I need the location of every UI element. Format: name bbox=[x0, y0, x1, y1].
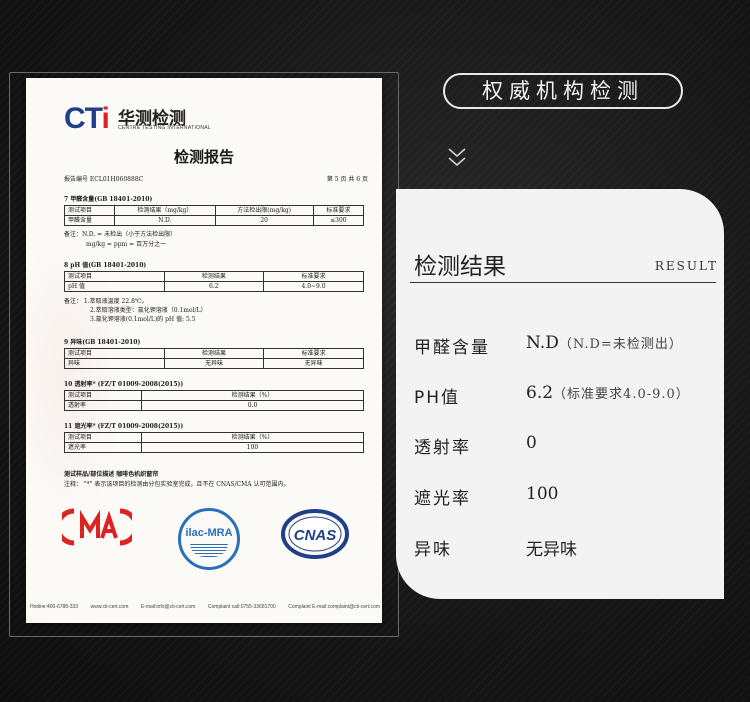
cma-seal-icon bbox=[62, 508, 132, 546]
result-label: 甲醛含量 bbox=[414, 338, 490, 358]
table-cell: 100 bbox=[141, 442, 364, 453]
table-header-row: 测试项目 检测结果（mg/kg） 方法检出限(mg/kg) 标准要求 bbox=[63, 205, 365, 216]
ilac-mra-seal-icon: ilac-MRA bbox=[178, 508, 240, 570]
table-cell: 测试项目 bbox=[64, 271, 165, 282]
document-footer: Hotline:400-6788-333 www.cti-cert.com E-… bbox=[30, 604, 380, 610]
table-cell: pH 值 bbox=[64, 281, 165, 292]
table-cell: 遮光率 bbox=[64, 442, 142, 453]
odor-table: 测试项目 检测结果 标准要求 异味 无异味 无异味 bbox=[64, 348, 364, 369]
result-label: 透射率 bbox=[414, 438, 471, 458]
table-cell: 无异味 bbox=[263, 358, 364, 369]
value-note: （标准要求4.0-9.0） bbox=[553, 387, 690, 402]
result-value: 6.2（标准要求4.0-9.0） bbox=[526, 383, 690, 403]
table-header-row: 测试项目 检测结果 标准要求 bbox=[64, 271, 364, 282]
table-cell: N.D. bbox=[114, 215, 216, 226]
table-cell: 检测结果 bbox=[163, 271, 265, 282]
result-value: 0 bbox=[526, 433, 537, 453]
section-7-note-1: 备注：N.D. = 未检出（小于方法检出限） bbox=[64, 231, 177, 238]
table-cell: 检测结果（%） bbox=[141, 390, 364, 401]
table-cell: 标准要求 bbox=[312, 205, 365, 216]
report-title: 检测报告 bbox=[173, 148, 234, 166]
report-number: 报告编号 ECL01H060888C bbox=[64, 176, 144, 183]
table-row: 异味 无异味 无异味 bbox=[64, 358, 364, 369]
table-cell: 无异味 bbox=[163, 358, 265, 369]
result-title: 检测结果 bbox=[414, 254, 506, 280]
result-panel: 检测结果 RESULT 甲醛含量 N.D（N.D=未检测出） PH值 6.2（标… bbox=[396, 189, 724, 599]
value-text: 无异味 bbox=[526, 540, 577, 560]
table-header-row: 测试项目 检测结果（%） bbox=[64, 432, 364, 443]
table-cell: 甲醛含量 bbox=[63, 215, 116, 226]
ph-table: 测试项目 检测结果 标准要求 pH 值 6.2 4.0~9.0 bbox=[64, 271, 364, 292]
logo-en-text: CENTRE TESTING INTERNATIONAL bbox=[118, 125, 211, 131]
ilac-waves bbox=[190, 543, 228, 557]
table-cell: 透射率 bbox=[64, 400, 142, 411]
table-cell: 6.2 bbox=[163, 281, 265, 292]
sample-description: 测试样品/部位描述 咖啡色机织窗帘 bbox=[64, 471, 159, 478]
value-text: 6.2 bbox=[526, 383, 554, 403]
section-8-note-3: 3.氯化钾溶液(0.1mol/L)的 pH 值: 5.5 bbox=[90, 316, 196, 323]
section-9-heading: 9 异味(GB 18401-2010) bbox=[64, 339, 141, 346]
footer-website: www.cti-cert.com bbox=[90, 604, 129, 610]
shading-rate-table: 测试项目 检测结果（%） 遮光率 100 bbox=[64, 432, 364, 453]
value-note: （N.D=未检测出） bbox=[558, 337, 683, 352]
table-cell: 标准要求 bbox=[263, 348, 364, 359]
page-number: 第 5 页 共 6 页 bbox=[326, 176, 368, 183]
table-cell: 测试项目 bbox=[64, 432, 142, 443]
footer-hotline: Hotline:400-6788-333 bbox=[30, 604, 79, 610]
value-text: 100 bbox=[526, 484, 559, 504]
ilac-label: ilac-MRA bbox=[185, 527, 233, 539]
table-cell: 异味 bbox=[64, 358, 165, 369]
transmittance-table: 测试项目 检测结果（%） 透射率 0.0 bbox=[64, 390, 364, 411]
value-text: N.D bbox=[526, 333, 559, 353]
subcontract-remark: 注释： "*" 表示该项目的检测由分包实验室完成，且不在 CNAS/CMA 认可… bbox=[64, 481, 290, 488]
result-value: N.D（N.D=未检测出） bbox=[526, 333, 683, 353]
table-cell: 方法检出限(mg/kg) bbox=[214, 205, 314, 216]
result-value: 无异味 bbox=[526, 535, 577, 560]
cti-logo: CTi bbox=[64, 102, 110, 135]
svg-text:CNAS: CNAS bbox=[294, 527, 337, 544]
table-cell: 检测结果（%） bbox=[141, 432, 364, 443]
table-row: pH 值 6.2 4.0~9.0 bbox=[64, 281, 364, 292]
section-8-heading: 8 pH 值(GB 18401-2010) bbox=[64, 262, 147, 269]
footer-complaint-email: Complaint E-mail:complaint@cti-cert.com bbox=[288, 604, 380, 610]
test-report-document: CTi 华测检测 CENTRE TESTING INTERNATIONAL 检测… bbox=[26, 78, 382, 623]
section-10-heading: 10 透射率* (FZ/T 01009-2008(2015)) bbox=[64, 381, 184, 388]
table-cell: 测试项目 bbox=[64, 390, 142, 401]
result-label: 遮光率 bbox=[414, 489, 471, 509]
footer-complaint-call: Complaint call:0755-33681700 bbox=[207, 604, 276, 610]
table-cell: 4.0~9.0 bbox=[263, 281, 364, 292]
section-7-heading: 7 甲醛含量(GB 18401-2010) bbox=[64, 196, 153, 203]
section-heading: 权威机构检测 bbox=[443, 73, 683, 109]
section-11-heading: 11 遮光率* (FZ/T 01009-2008(2015)) bbox=[64, 423, 184, 430]
result-value: 100 bbox=[526, 484, 558, 504]
table-row: 透射率 0.0 bbox=[64, 400, 364, 411]
table-cell: 测试项目 bbox=[63, 205, 116, 216]
cnas-seal-icon: CNAS bbox=[281, 509, 349, 559]
section-7-note-2: mg/kg = ppm = 百万分之一 bbox=[86, 241, 167, 248]
divider bbox=[410, 282, 716, 283]
value-text: 0 bbox=[526, 433, 537, 453]
table-cell: 0.0 bbox=[141, 400, 364, 411]
table-cell: 检测结果 bbox=[163, 348, 265, 359]
result-tag: RESULT bbox=[654, 259, 718, 273]
result-label: PH值 bbox=[414, 388, 461, 408]
table-header-row: 测试项目 检测结果（%） bbox=[64, 390, 364, 401]
result-label: 异味 bbox=[414, 540, 452, 560]
chevron-down-icon bbox=[448, 148, 466, 167]
section-8-note-2: 2.萃取溶液类型：氯化钾溶液（0.1mol/L） bbox=[90, 307, 207, 314]
table-cell: ≤300 bbox=[312, 215, 365, 226]
table-cell: 检测结果（mg/kg） bbox=[114, 205, 216, 216]
section-8-note-1: 备注： 1.萃取液温度 22.8℃。 bbox=[64, 298, 148, 305]
table-row: 遮光率 100 bbox=[64, 442, 364, 453]
footer-email: E-mail:info@cti-cert.com bbox=[140, 604, 196, 610]
table-cell: 20 bbox=[214, 215, 314, 226]
table-row: 甲醛含量 N.D. 20 ≤300 bbox=[63, 215, 365, 226]
formaldehyde-table: 测试项目 检测结果（mg/kg） 方法检出限(mg/kg) 标准要求 甲醛含量 … bbox=[63, 205, 365, 226]
table-header-row: 测试项目 检测结果 标准要求 bbox=[64, 348, 364, 359]
table-cell: 测试项目 bbox=[64, 348, 165, 359]
table-cell: 标准要求 bbox=[263, 271, 364, 282]
